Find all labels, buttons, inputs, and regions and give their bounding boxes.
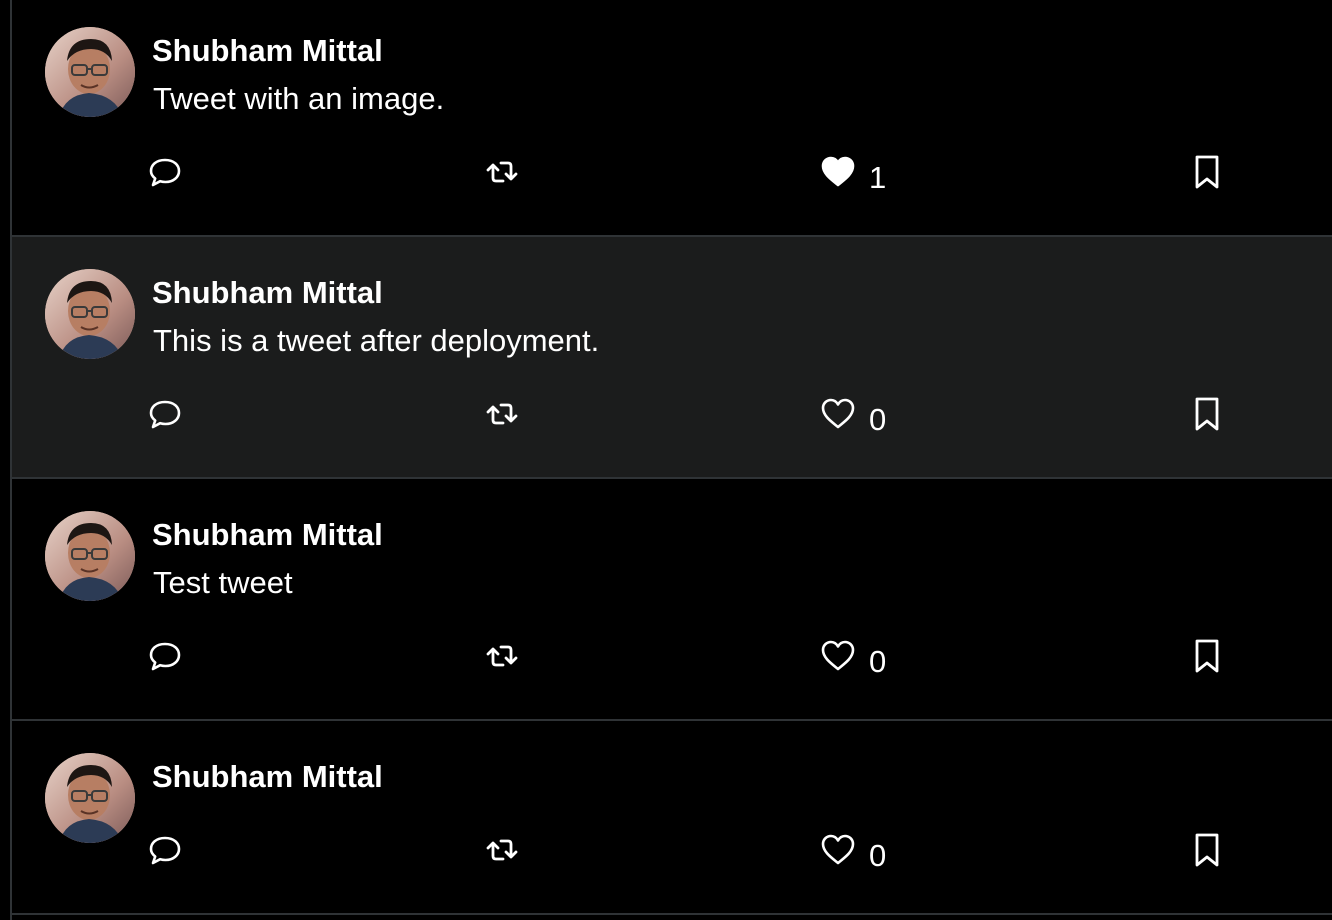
heart-icon (820, 639, 856, 673)
retweet-icon (485, 397, 519, 431)
like-count: 0 (869, 644, 887, 679)
avatar[interactable] (45, 27, 135, 117)
reply-icon (148, 155, 182, 189)
tweet-author[interactable]: Shubham Mittal (152, 275, 383, 311)
heart-icon (820, 397, 856, 431)
like-button[interactable]: 0 (820, 394, 886, 437)
tweet-card[interactable]: Shubham Mittal 0 (12, 721, 1332, 915)
retweet-button[interactable] (485, 636, 519, 676)
reply-button[interactable] (148, 636, 182, 676)
retweet-icon (485, 639, 519, 673)
like-count: 0 (869, 838, 887, 873)
avatar[interactable] (45, 511, 135, 601)
tweet-card[interactable]: Shubham Mittal Test tweet 0 (12, 479, 1332, 721)
bookmark-button[interactable] (1192, 152, 1222, 192)
retweet-icon (485, 833, 519, 867)
tweet-author[interactable]: Shubham Mittal (152, 33, 383, 69)
retweet-button[interactable] (485, 152, 519, 192)
heart-icon (820, 833, 856, 867)
tweet-text: This is a tweet after deployment. (153, 323, 600, 358)
reply-icon (148, 397, 182, 431)
reply-button[interactable] (148, 830, 182, 870)
like-button[interactable]: 0 (820, 830, 886, 873)
bookmark-icon (1192, 638, 1222, 674)
tweet-author[interactable]: Shubham Mittal (152, 759, 383, 795)
like-button[interactable]: 1 (820, 152, 886, 195)
retweet-icon (485, 155, 519, 189)
avatar[interactable] (45, 269, 135, 359)
reply-button[interactable] (148, 394, 182, 434)
retweet-button[interactable] (485, 394, 519, 434)
heart-filled-icon (820, 155, 856, 189)
reply-icon (148, 639, 182, 673)
like-count: 1 (869, 160, 887, 195)
tweet-author[interactable]: Shubham Mittal (152, 517, 383, 553)
bookmark-icon (1192, 396, 1222, 432)
tweet-text: Test tweet (153, 565, 293, 600)
tweet-card[interactable]: Shubham Mittal This is a tweet after dep… (12, 237, 1332, 479)
bookmark-button[interactable] (1192, 636, 1222, 676)
like-button[interactable]: 0 (820, 636, 886, 679)
like-count: 0 (869, 402, 887, 437)
tweet-feed: Shubham Mittal Tweet with an image. 1 Sh… (10, 0, 1332, 920)
tweet-card[interactable]: Shubham Mittal Tweet with an image. 1 (12, 0, 1332, 237)
reply-button[interactable] (148, 152, 182, 192)
tweet-text: Tweet with an image. (153, 81, 445, 116)
avatar[interactable] (45, 753, 135, 843)
bookmark-button[interactable] (1192, 830, 1222, 870)
bookmark-icon (1192, 832, 1222, 868)
bookmark-icon (1192, 154, 1222, 190)
bookmark-button[interactable] (1192, 394, 1222, 434)
retweet-button[interactable] (485, 830, 519, 870)
reply-icon (148, 833, 182, 867)
